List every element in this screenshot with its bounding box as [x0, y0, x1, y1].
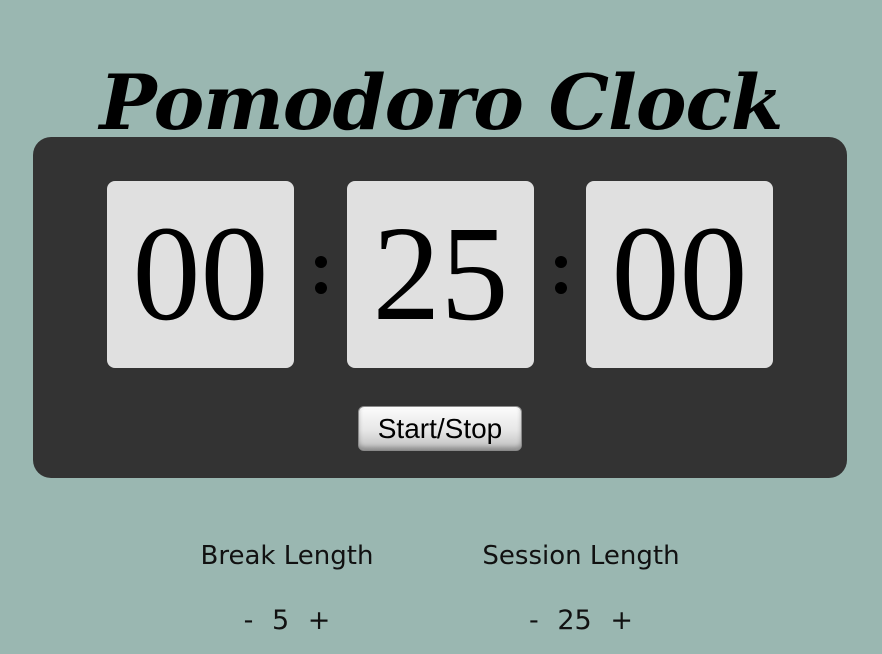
- break-decrement-button[interactable]: -: [239, 599, 259, 643]
- colon-dot: [314, 255, 327, 268]
- break-length-controls: - 5 +: [187, 599, 387, 643]
- colon-separator: [534, 181, 587, 368]
- minutes-display: 25: [347, 181, 534, 368]
- seconds-display: 00: [586, 181, 773, 368]
- session-length-controls: - 25 +: [463, 599, 699, 643]
- colon-dot: [314, 281, 327, 294]
- session-decrement-button[interactable]: -: [524, 599, 544, 643]
- colon-dot: [554, 255, 567, 268]
- session-length-value: 25: [557, 605, 592, 636]
- colon-dot: [554, 281, 567, 294]
- session-increment-button[interactable]: +: [605, 599, 638, 643]
- start-stop-button[interactable]: Start/Stop: [358, 406, 522, 451]
- break-length-value: 5: [271, 605, 290, 636]
- break-length-setting: Break Length - 5 +: [187, 532, 387, 643]
- hours-display: 00: [107, 181, 294, 368]
- break-length-label: Break Length: [200, 541, 374, 571]
- colon-separator: [294, 181, 347, 368]
- session-length-setting: Session Length - 25 +: [463, 532, 699, 643]
- break-increment-button[interactable]: +: [303, 599, 336, 643]
- clock-panel: 00 25 00 Start/Stop: [33, 137, 847, 478]
- session-length-label: Session Length: [482, 541, 680, 571]
